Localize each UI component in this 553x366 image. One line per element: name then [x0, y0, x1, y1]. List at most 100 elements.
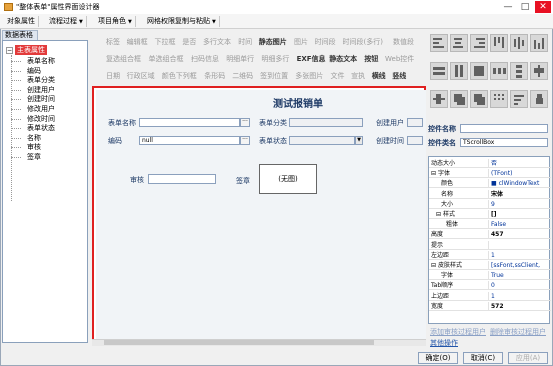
- toolbar-control-item[interactable]: 二维码: [232, 70, 253, 82]
- close-button[interactable]: ✕: [535, 1, 551, 13]
- tab-data-table[interactable]: 数据表格: [2, 30, 38, 40]
- same-width-icon[interactable]: [430, 62, 448, 80]
- align-left-icon[interactable]: [430, 34, 448, 52]
- tree-item[interactable]: 名称: [27, 133, 41, 143]
- toolbar-control-item[interactable]: 复选组合框: [106, 53, 141, 65]
- control-name-input[interactable]: [460, 124, 548, 133]
- cancel-button[interactable]: 取消(C): [463, 352, 503, 364]
- property-row[interactable]: 高度 457: [429, 230, 551, 240]
- toolbar-control-item[interactable]: Web控件: [385, 53, 414, 65]
- property-value[interactable]: True: [491, 271, 549, 280]
- tree-item[interactable]: 表单分类: [27, 75, 55, 85]
- property-row[interactable]: 动态大小 否: [429, 159, 551, 168]
- ellipsis-button[interactable]: ···: [240, 136, 250, 145]
- property-value[interactable]: 572: [491, 302, 549, 311]
- tree-item[interactable]: 表单名称: [27, 56, 55, 66]
- toolbar-control-item[interactable]: 条形码: [204, 70, 225, 82]
- menu-grid-permissions[interactable]: 网格权限复制与粘贴 ▼: [144, 16, 220, 27]
- tree-item[interactable]: 编码: [27, 66, 41, 76]
- align-bottom-icon[interactable]: [530, 34, 548, 52]
- property-value[interactable]: [491, 241, 549, 250]
- chevron-down-icon[interactable]: ▼: [355, 136, 363, 145]
- grid-snap-icon[interactable]: [490, 90, 508, 108]
- tree-item[interactable]: 审核: [27, 142, 41, 152]
- toolbar-control-item[interactable]: 下拉框: [155, 36, 176, 48]
- toolbar-control-item[interactable]: 明细多行: [261, 53, 289, 65]
- toolbar-control-item[interactable]: 标签: [106, 36, 120, 48]
- toolbar-control-item[interactable]: 日期: [106, 70, 120, 82]
- tab-order-icon[interactable]: [510, 90, 528, 108]
- collapse-icon[interactable]: −: [6, 47, 13, 54]
- property-value[interactable]: 9: [491, 200, 549, 209]
- scrollbar-thumb[interactable]: [104, 340, 374, 345]
- toolbar-control-item[interactable]: 多行文本: [203, 36, 231, 48]
- align-right-icon[interactable]: [470, 34, 488, 52]
- property-row[interactable]: ⊟ 字体 (TFont): [429, 169, 551, 179]
- space-vertical-icon[interactable]: [510, 62, 528, 80]
- toolbar-control-item[interactable]: 静态文本: [329, 53, 357, 65]
- tree-item[interactable]: 修改用户: [27, 104, 55, 114]
- property-row[interactable]: 宽度 572: [429, 301, 551, 311]
- toolbar-control-item[interactable]: 宣执: [351, 70, 365, 82]
- property-value[interactable]: []: [491, 210, 549, 219]
- form-name-field[interactable]: [139, 118, 240, 127]
- property-value[interactable]: 0: [491, 281, 549, 290]
- maximize-button[interactable]: □: [517, 1, 533, 13]
- toolbar-control-item[interactable]: 竖线: [392, 70, 406, 82]
- property-row[interactable]: 颜色 ■ clWindowText: [429, 179, 551, 189]
- property-row[interactable]: ⊟ 样式 []: [429, 210, 551, 219]
- center-vertical-icon[interactable]: [430, 90, 448, 108]
- toolbar-control-item[interactable]: 签到位置: [260, 70, 288, 82]
- property-value[interactable]: ■ clWindowText: [491, 179, 549, 188]
- code-field[interactable]: null: [139, 136, 240, 145]
- property-row[interactable]: 粗体 False: [429, 220, 551, 230]
- toolbar-control-item[interactable]: EXF信息: [297, 53, 326, 65]
- property-value[interactable]: 否: [491, 159, 549, 168]
- property-row[interactable]: 提示: [429, 240, 551, 250]
- ok-button[interactable]: 确定(O): [418, 352, 458, 364]
- created-by-field[interactable]: [407, 118, 423, 127]
- toolbar-control-item[interactable]: 按钮: [364, 53, 378, 65]
- collapse-icon[interactable]: ⊟: [431, 262, 436, 269]
- property-row[interactable]: Tab顺序 0: [429, 281, 551, 291]
- toolbar-control-item[interactable]: 是否: [182, 36, 196, 48]
- toolbar-control-item[interactable]: 多张图片: [295, 70, 323, 82]
- property-row[interactable]: 上边距 1: [429, 291, 551, 301]
- property-value[interactable]: 457: [491, 230, 549, 239]
- tree-root-main-properties[interactable]: 主表属性: [15, 45, 47, 55]
- menu-process[interactable]: 流程过程 ▼: [46, 16, 87, 27]
- space-horizontal-icon[interactable]: [490, 62, 508, 80]
- property-row[interactable]: 字体 True: [429, 271, 551, 281]
- collapse-icon[interactable]: ⊟: [436, 211, 441, 218]
- property-row[interactable]: 大小 9: [429, 199, 551, 209]
- tree-item[interactable]: 创建时间: [27, 94, 55, 104]
- created-time-field[interactable]: [407, 136, 423, 145]
- toolbar-control-item[interactable]: 明细单行: [226, 53, 254, 65]
- tree-item[interactable]: 创建用户: [27, 85, 55, 95]
- property-value[interactable]: 宋体: [491, 190, 549, 199]
- apply-button[interactable]: 应用(A): [508, 352, 548, 364]
- form-status-select[interactable]: [289, 136, 355, 145]
- menu-object-properties[interactable]: 对象属性: [4, 16, 39, 27]
- property-row[interactable]: 名称 宋体: [429, 189, 551, 199]
- collapse-icon[interactable]: ⊟: [431, 170, 436, 177]
- bring-front-icon[interactable]: [450, 90, 468, 108]
- center-horizontal-icon[interactable]: [530, 62, 548, 80]
- form-category-field[interactable]: [289, 118, 363, 127]
- align-center-icon[interactable]: [450, 34, 468, 52]
- property-value[interactable]: False: [491, 220, 549, 229]
- toolbar-control-item[interactable]: 颜色下列框: [162, 70, 197, 82]
- property-value[interactable]: (TFont): [491, 169, 549, 178]
- toolbar-control-item[interactable]: 单选组合框: [149, 53, 184, 65]
- same-size-icon[interactable]: [470, 62, 488, 80]
- send-back-icon[interactable]: [470, 90, 488, 108]
- toolbar-control-item[interactable]: 文件: [331, 70, 345, 82]
- toolbar-control-item[interactable]: 静态图片: [259, 36, 287, 48]
- tree-item[interactable]: 修改时间: [27, 114, 55, 124]
- add-review-user-link[interactable]: 添加审核过程用户: [430, 327, 486, 337]
- toolbar-control-item[interactable]: 时间段(多行): [343, 36, 383, 48]
- toolbar-control-item[interactable]: 行政区域: [127, 70, 155, 82]
- property-value[interactable]: 1: [491, 251, 549, 260]
- tree-item[interactable]: 表单状态: [27, 123, 55, 133]
- ellipsis-button[interactable]: ···: [240, 118, 250, 127]
